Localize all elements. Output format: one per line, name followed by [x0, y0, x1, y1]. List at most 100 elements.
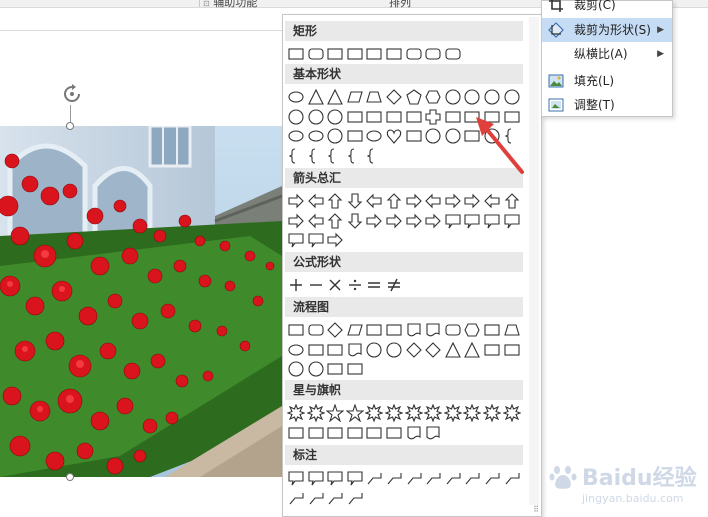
- shape-quad-arrow-callout-icon[interactable]: [307, 231, 325, 249]
- shape-star-32-icon[interactable]: [502, 404, 521, 422]
- shape-right-triangle-icon[interactable]: [326, 88, 344, 106]
- shape-smiley-face-icon[interactable]: [365, 127, 383, 145]
- shape-pie-icon[interactable]: [287, 108, 305, 126]
- shape-chord-icon[interactable]: [307, 108, 325, 126]
- shape-star-4-icon[interactable]: [326, 404, 345, 422]
- shape-star-6-icon[interactable]: [365, 404, 384, 422]
- shape-summing-junction-icon[interactable]: [365, 341, 383, 359]
- shape-left-right-arrow-callout-icon[interactable]: [287, 231, 305, 249]
- shape-right-brace-icon[interactable]: [365, 147, 383, 165]
- menu-item-aspect-ratio[interactable]: 纵横比(A) ▶: [542, 42, 672, 66]
- shape-folded-corner-icon[interactable]: [346, 127, 364, 145]
- shape-round-same-side-rectangle-icon[interactable]: [424, 45, 442, 63]
- shape-curved-left-arrow-icon[interactable]: [307, 212, 325, 230]
- shape-parallelogram-icon[interactable]: [346, 88, 364, 106]
- shape-pentagon-arrow-icon[interactable]: [405, 212, 423, 230]
- shape-lightning-bolt-icon[interactable]: [405, 127, 423, 145]
- shape-curved-up-arrow-icon[interactable]: [326, 212, 344, 230]
- shape-process-icon[interactable]: [287, 321, 305, 339]
- shape-line-callout-1-no-border-icon[interactable]: [287, 489, 305, 507]
- shape-up-arrow-icon[interactable]: [326, 192, 344, 210]
- shape-down-arrow-icon[interactable]: [346, 192, 364, 210]
- shape-right-bracket-icon[interactable]: [326, 147, 344, 165]
- shape-sort-icon[interactable]: [424, 341, 442, 359]
- shape-circular-arrow-icon[interactable]: [326, 231, 344, 249]
- shape-star-24-icon[interactable]: [483, 404, 501, 422]
- shape-line-callout-2-icon[interactable]: [385, 469, 403, 487]
- shape-u-turn-arrow-icon[interactable]: [463, 192, 481, 210]
- shape-double-wave-icon[interactable]: [424, 424, 442, 442]
- menu-item-crop[interactable]: 裁剪(C): [542, 0, 672, 17]
- shape-block-arc-icon[interactable]: [326, 127, 344, 145]
- shape-sun-icon[interactable]: [424, 127, 442, 145]
- shape-snip-same-side-rectangle-icon[interactable]: [346, 45, 364, 63]
- shape-up-ribbon-icon[interactable]: [287, 424, 305, 442]
- shape-hexagon-icon[interactable]: [424, 88, 442, 106]
- shape-left-arrow-icon[interactable]: [307, 192, 325, 210]
- shape-preparation-icon[interactable]: [463, 321, 481, 339]
- shape-left-up-arrow-icon[interactable]: [483, 192, 501, 210]
- shape-equal-icon[interactable]: [365, 276, 383, 294]
- shape-alternate-process-icon[interactable]: [307, 321, 325, 339]
- shape-line-callout-3-icon[interactable]: [405, 469, 423, 487]
- shape-double-brace-icon[interactable]: [287, 147, 305, 165]
- shape-divide-icon[interactable]: [346, 276, 364, 294]
- shape-round-diagonal-rectangle-icon[interactable]: [444, 45, 462, 63]
- shape-curved-down-arrow-icon[interactable]: [346, 212, 364, 230]
- shape-rounded-rectangle-icon[interactable]: [307, 45, 325, 63]
- shape-document-icon[interactable]: [405, 321, 423, 339]
- shape-line-callout-1-accent-bar-icon[interactable]: [444, 469, 462, 487]
- shape-connector-icon[interactable]: [287, 341, 305, 359]
- shape-bent-up-arrow-icon[interactable]: [503, 192, 521, 210]
- shape-explosion-1-icon[interactable]: [287, 404, 305, 422]
- shape-up-arrow-callout-icon[interactable]: [503, 212, 521, 230]
- shape-notched-right-arrow-icon[interactable]: [385, 212, 403, 230]
- shape-heptagon-icon[interactable]: [444, 88, 462, 106]
- shape-l-shape-icon[interactable]: [385, 108, 403, 126]
- shape-curved-up-ribbon-icon[interactable]: [326, 424, 344, 442]
- shape-multiply-icon[interactable]: [326, 276, 344, 294]
- shape-no-symbol-icon[interactable]: [307, 127, 325, 145]
- shape-stored-data-icon[interactable]: [483, 341, 501, 359]
- shape-chevron-icon[interactable]: [424, 212, 442, 230]
- menu-item-fill[interactable]: 填充(L): [542, 69, 672, 93]
- shape-line-callout-3-accent-bar-icon[interactable]: [483, 469, 501, 487]
- shape-left-right-up-arrow-icon[interactable]: [424, 192, 442, 210]
- shape-plaque-icon[interactable]: [444, 108, 462, 126]
- shape-star-16-icon[interactable]: [463, 404, 482, 422]
- shape-curved-down-ribbon-icon[interactable]: [346, 424, 364, 442]
- shape-delay-icon[interactable]: [503, 341, 521, 359]
- shape-quad-arrow-icon[interactable]: [405, 192, 423, 210]
- shape-merge-icon[interactable]: [463, 341, 481, 359]
- shape-plus-icon[interactable]: [287, 276, 305, 294]
- shape-dodecagon-icon[interactable]: [503, 88, 521, 106]
- shape-half-frame-icon[interactable]: [365, 108, 383, 126]
- shape-star-8-icon[interactable]: [404, 404, 423, 422]
- shape-snip-single-corner-rectangle-icon[interactable]: [326, 45, 344, 63]
- shape-star-5-icon[interactable]: [345, 404, 364, 422]
- shape-line-callout-3-no-border-icon[interactable]: [326, 489, 344, 507]
- shape-snip-diagonal-rectangle-icon[interactable]: [365, 45, 383, 63]
- shape-vertical-scroll-icon[interactable]: [365, 424, 383, 442]
- shape-line-callout-2-accent-bar-icon[interactable]: [463, 469, 481, 487]
- shape-cross-icon[interactable]: [424, 108, 442, 126]
- shape-magnetic-disk-icon[interactable]: [307, 360, 325, 378]
- shape-punched-tape-icon[interactable]: [346, 341, 364, 359]
- shape-star-10-icon[interactable]: [424, 404, 443, 422]
- shape-teardrop-icon[interactable]: [326, 108, 344, 126]
- shape-horizontal-scroll-icon[interactable]: [385, 424, 403, 442]
- menu-item-crop-to-shape[interactable]: 裁剪为形状(S) ▶: [542, 18, 672, 42]
- shape-star-7-icon[interactable]: [385, 404, 403, 422]
- shape-left-brace-icon[interactable]: [346, 147, 364, 165]
- resize-handle-top[interactable]: [66, 122, 74, 130]
- menu-item-fit[interactable]: 调整(T): [542, 93, 672, 117]
- shape-diamond-icon[interactable]: [385, 88, 403, 106]
- shape-curved-right-arrow-icon[interactable]: [287, 212, 305, 230]
- shape-extract-icon[interactable]: [444, 341, 462, 359]
- shape-frame-icon[interactable]: [346, 108, 364, 126]
- shape-manual-operation-icon[interactable]: [503, 321, 521, 339]
- shape-line-callout-2-no-border-icon[interactable]: [307, 489, 325, 507]
- shape-collate-icon[interactable]: [405, 341, 423, 359]
- shape-line-callout-4-icon[interactable]: [424, 469, 442, 487]
- shape-wave-icon[interactable]: [405, 424, 423, 442]
